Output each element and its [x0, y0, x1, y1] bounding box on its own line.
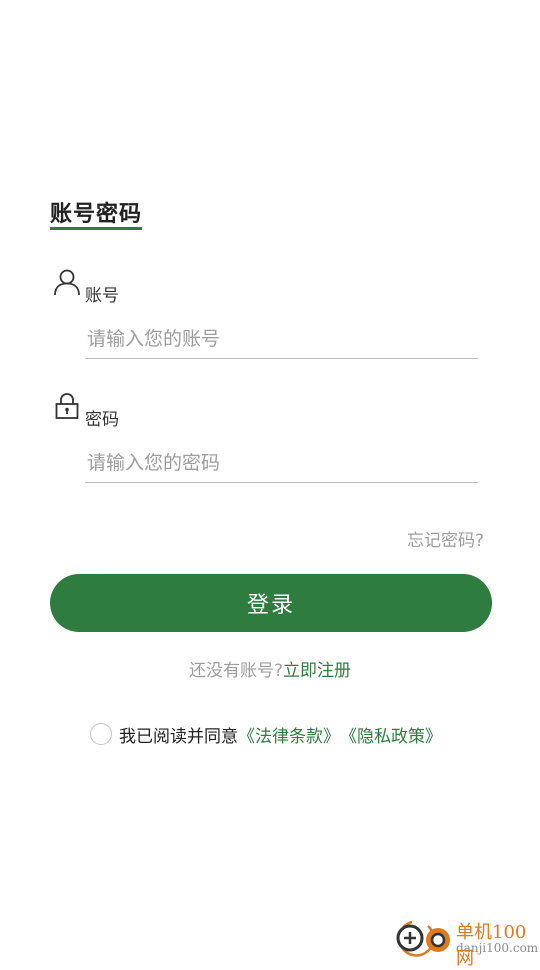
register-link[interactable]: 立即注册: [283, 661, 351, 681]
register-prompt: 还没有账号?: [188, 661, 284, 681]
watermark-logo-icon: [396, 920, 450, 957]
login-button[interactable]: 登录: [50, 574, 492, 632]
register-row: 还没有账号?立即注册: [0, 656, 540, 681]
password-label: 密码: [85, 410, 119, 430]
user-icon: [54, 269, 80, 296]
agreement-checkbox[interactable]: [90, 723, 112, 745]
watermark: 单机100网 danji100.com: [390, 916, 540, 969]
agreement-text: 我已阅读并同意: [119, 726, 238, 747]
watermark-url: danji100.com: [456, 941, 539, 955]
lock-icon: [55, 393, 79, 419]
privacy-link[interactable]: 《隐私政策》: [340, 722, 442, 747]
forgot-password-link[interactable]: 忘记密码?: [407, 526, 484, 551]
tab-title: 账号密码: [50, 202, 143, 227]
password-input[interactable]: [85, 443, 478, 483]
tab-underline: [50, 227, 142, 230]
agreement-row: 我已阅读并同意 《法律条款》 《隐私政策》: [90, 722, 442, 747]
terms-link[interactable]: 《法律条款》: [238, 722, 340, 747]
account-input[interactable]: [85, 319, 478, 359]
account-label: 账号: [85, 286, 119, 306]
